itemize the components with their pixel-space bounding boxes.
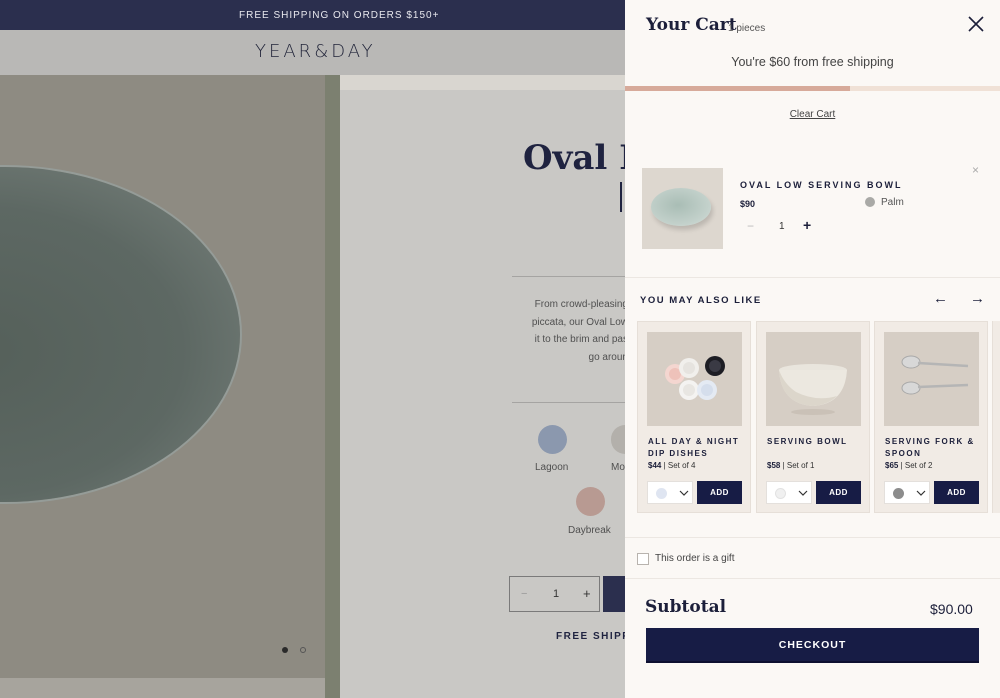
- color-swatch: [656, 488, 667, 499]
- upsell-heading: YOU MAY ALSO LIKE: [640, 295, 762, 306]
- product-title-fragment: [620, 182, 624, 212]
- clear-cart-link[interactable]: Clear Cart: [625, 109, 1000, 120]
- upsell-product-name[interactable]: SERVING BOWL: [767, 436, 867, 448]
- line-item-color: Palm: [881, 197, 904, 208]
- line-item-image[interactable]: [642, 168, 723, 249]
- upsell-card-partial[interactable]: [992, 321, 1000, 513]
- cart-drawer: Your Cart 1 pieces You're $60 from free …: [625, 0, 1000, 698]
- qty-minus-button[interactable]: −: [521, 588, 527, 600]
- upsell-card: SERVING BOWL $58 | Set of 1 ADD: [756, 321, 870, 513]
- gift-checkbox[interactable]: [637, 553, 649, 565]
- upsell-product-image[interactable]: [884, 332, 979, 426]
- swatch-label: Daybreak: [568, 525, 611, 536]
- product-description: From crowd-pleasing piccata, our Oval Lo…: [531, 299, 628, 363]
- line-item-name[interactable]: OVAL LOW SERVING BOWL: [740, 180, 903, 190]
- product-quantity-stepper[interactable]: − 1 +: [509, 576, 600, 612]
- line-item-price: $90: [740, 199, 756, 209]
- announcement-text: FREE SHIPPING ON ORDERS $150+: [239, 9, 440, 21]
- chevron-down-icon: [916, 486, 926, 503]
- add-button[interactable]: ADD: [697, 481, 742, 504]
- product-gallery: [0, 75, 340, 698]
- qty-plus-button[interactable]: +: [583, 586, 591, 601]
- line-item-color-swatch: [865, 197, 875, 207]
- upsell-product-name[interactable]: ALL DAY & NIGHT DIP DISHES: [648, 436, 748, 460]
- chevron-down-icon: [679, 486, 689, 503]
- cart-line-item: OVAL LOW SERVING BOWL $90 Palm × − 1 +: [625, 153, 1000, 278]
- gallery-dot[interactable]: [300, 647, 306, 653]
- swatch-label: Mo: [611, 462, 625, 473]
- divider: [625, 578, 1000, 579]
- upsell-product-name[interactable]: SERVING FORK & SPOON: [885, 436, 985, 460]
- add-button[interactable]: ADD: [934, 481, 979, 504]
- divider: [512, 276, 625, 277]
- divider: [625, 537, 1000, 538]
- close-icon[interactable]: [966, 14, 986, 34]
- swatch-daybreak[interactable]: [576, 487, 605, 516]
- add-button[interactable]: ADD: [816, 481, 861, 504]
- arrow-left-icon[interactable]: ←: [933, 290, 948, 307]
- cart-title: Your Cart: [646, 15, 737, 35]
- divider: [512, 402, 625, 403]
- color-select[interactable]: [647, 481, 693, 504]
- arrow-right-icon[interactable]: →: [970, 290, 985, 307]
- subtotal-value: $90.00: [930, 601, 973, 617]
- free-shipping-message: You're $60 from free shipping: [731, 55, 894, 69]
- gallery-dots: [282, 647, 306, 653]
- upsell-card: ALL DAY & NIGHT DIP DISHES $44 | Set of …: [637, 321, 751, 513]
- site-logo[interactable]: YEAR&DAY: [255, 41, 376, 62]
- checkout-button[interactable]: CHECKOUT: [646, 628, 979, 663]
- upsell-card: SERVING FORK & SPOON $65 | Set of 2 ADD: [874, 321, 988, 513]
- color-swatch: [893, 488, 904, 499]
- increase-quantity-button[interactable]: +: [803, 217, 811, 233]
- add-to-cart-button[interactable]: [603, 576, 625, 612]
- swatch-label: Lagoon: [535, 462, 569, 473]
- upsell-product-price: $58 | Set of 1: [767, 461, 815, 470]
- chevron-down-icon: [798, 486, 808, 503]
- swatch-lagoon[interactable]: [538, 425, 567, 454]
- qty-value: 1: [553, 588, 560, 600]
- decrease-quantity-button[interactable]: −: [747, 219, 754, 233]
- upsell-product-price: $65 | Set of 2: [885, 461, 933, 470]
- subtotal-label: Subtotal: [645, 597, 727, 617]
- shipping-progress-bar: [625, 86, 1000, 91]
- shipping-progress-fill: [625, 86, 850, 91]
- upsell-product-image[interactable]: [766, 332, 861, 426]
- upsell-product-image[interactable]: [647, 332, 742, 426]
- gallery-dot-active[interactable]: [282, 647, 288, 653]
- color-select[interactable]: [766, 481, 812, 504]
- remove-item-icon[interactable]: ×: [972, 163, 979, 177]
- upsell-product-price: $44 | Set of 4: [648, 461, 696, 470]
- color-select[interactable]: [884, 481, 930, 504]
- free-shipping-note: FREE SHIPP: [556, 631, 631, 642]
- line-item-quantity: 1: [779, 221, 785, 232]
- color-swatch: [775, 488, 786, 499]
- gift-label[interactable]: This order is a gift: [655, 553, 734, 564]
- cart-item-count: 1 pieces: [728, 23, 766, 34]
